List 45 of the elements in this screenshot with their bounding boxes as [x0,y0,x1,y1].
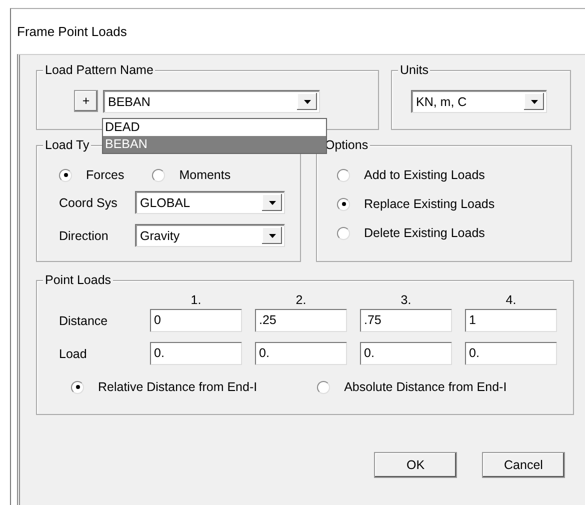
radio-button[interactable] [337,168,350,182]
dialog-button[interactable]: OK [374,452,457,478]
dropdown-option[interactable]: BEBAN [103,136,326,153]
radio-button[interactable] [337,198,350,210]
input-field[interactable]: 1 [465,309,557,332]
input-field[interactable]: 0. [465,342,557,365]
row-label: Distance [59,314,109,328]
input-field[interactable]: .25 [255,309,347,332]
field-label: Direction [59,228,110,242]
dropdown-arrow-icon [268,234,276,238]
column-header: 3. [400,293,412,307]
dropdown-arrow-icon [304,100,310,104]
column-header: 4. [504,293,518,307]
radio-button[interactable] [317,380,330,394]
row-label: Load [59,346,88,360]
dropdown-field[interactable]: GLOBAL [135,191,285,214]
radio-button[interactable] [71,380,84,394]
input-field[interactable]: 0. [360,342,452,365]
dropdown-field[interactable]: KN, m, C [411,90,547,113]
input-field[interactable]: 0 [150,309,242,332]
radio-button[interactable] [152,168,166,182]
input-field[interactable]: 0. [255,342,347,365]
radio-button[interactable] [59,168,72,182]
dropdown-option[interactable]: DEAD [103,119,326,136]
radio-label: Relative Distance from End-I [98,380,258,394]
column-header: 1. [190,293,202,307]
window-title: Frame Point Loads [17,24,127,39]
dialog-button[interactable]: Cancel [482,452,565,478]
radio-label: Absolute Distance from End-I [344,380,507,394]
group-label: Load Ty [43,138,92,153]
input-field[interactable]: 0. [150,342,242,365]
field-label: Coord Sys [59,196,118,210]
dropdown-field[interactable]: BEBAN [103,90,320,113]
input-field[interactable]: .75 [360,309,452,332]
radio-label: Add to Existing Loads [364,168,485,182]
radio-label: Replace Existing Loads [364,197,495,211]
radio-label: Delete Existing Loads [364,226,485,240]
dropdown-arrow-icon [268,200,276,204]
add-button[interactable]: + [74,90,98,112]
radio-label: Forces [86,168,124,182]
radio-button[interactable] [337,226,350,240]
dropdown-arrow-icon [530,100,538,104]
radio-label: Moments [179,168,231,182]
column-header: 2. [294,293,308,307]
dropdown-field[interactable]: Gravity [135,224,285,247]
